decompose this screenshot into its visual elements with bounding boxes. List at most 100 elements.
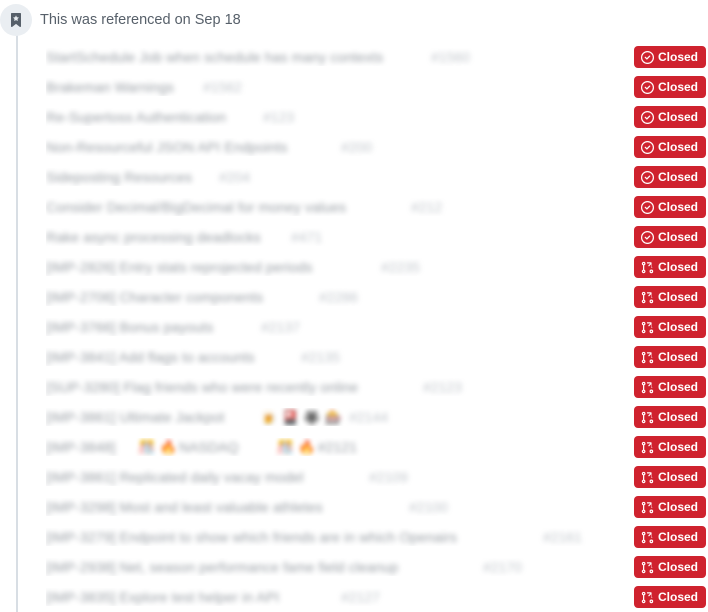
cross-reference-number: #204 [219,169,251,185]
cross-reference-row[interactable]: StartSchedule Job when schedule has many… [46,42,708,72]
cross-reference-row[interactable]: [IMP-3279] Endpoint to show which friend… [46,522,708,552]
cross-reference-row[interactable]: Sideposting Resources #204 Closed [46,162,708,192]
cross-reference-title: Rake async processing deadlocks [46,229,261,245]
pull-request-closed-icon [641,411,654,424]
cross-reference-link[interactable]: [IMP-3848] 🎊 🔥 NASDAQ 🎊 🔥 #2121 [46,438,622,456]
status-badge: Closed [633,226,706,248]
cross-reference-title: NASDAQ [178,439,239,455]
title-emoji: 🎴 [281,409,299,425]
status-badge: Closed [633,496,706,518]
cross-reference-title: [IMP-3861] Replicated daily vacay model [46,469,304,485]
cross-reference-row[interactable]: [IMP-3766] Bonus payouts #2137 Closed [46,312,708,342]
issue-closed-icon [640,80,654,94]
cross-reference-title: [IMP-2938] Net, season performance fame … [46,559,399,575]
title-emoji: 🏵 [302,409,321,425]
title-emoji: 🎊 [276,439,295,455]
status-badge: Closed [633,136,706,158]
cross-reference-title: Re-Supertoss Authentication [46,109,227,125]
status-badge: Closed [633,346,706,368]
cross-reference-link[interactable]: [SUP-3280] Flag friends who were recentl… [46,378,622,396]
pull-request-closed-icon [641,591,654,604]
cross-reference-link[interactable]: [IMP-3298] Most and least valuable athle… [46,498,622,516]
cross-reference-row[interactable]: [IMP-3841] Add flags to accounts #2135 Clo… [46,342,708,372]
cross-reference-row[interactable]: [IMP-3848] 🎊 🔥 NASDAQ 🎊 🔥 #2121 Closed [46,432,708,462]
cross-reference-link[interactable]: [IMP-2826] Entry stats reprojected perio… [46,258,622,276]
cross-reference-row[interactable]: Non-Resourceful JSON API Endpoints #200 Cl… [46,132,708,162]
status-badge-label: Closed [657,110,698,124]
title-emoji: 🎰 [324,409,343,425]
cross-reference-link[interactable]: [IMP-3861] Ultimate Jackpot 🍺 🎴 🏵 🎰 #2144 [46,408,622,426]
cross-reference-row[interactable]: Consider Decimal/BigDecimal for money va… [46,192,708,222]
status-badge: Closed [633,556,706,578]
status-badge: Closed [633,466,706,488]
cross-reference-number: #123 [263,109,295,125]
cross-reference-title: [IMP-3848] [46,439,116,455]
title-emoji: 🔥 [298,439,316,455]
cross-reference-link[interactable]: [IMP-3766] Bonus payouts #2137 [46,318,622,336]
issue-closed-icon [640,200,654,214]
cross-reference-row[interactable]: [IMP-2706] Character components #2286 Clos… [46,282,708,312]
status-badge-label: Closed [657,80,698,94]
status-badge: Closed [633,316,706,338]
status-badge-label: Closed [657,50,698,64]
status-badge-label: Closed [657,230,698,244]
cross-reference-link[interactable]: Non-Resourceful JSON API Endpoints #200 [46,138,622,156]
cross-reference-link[interactable]: Consider Decimal/BigDecimal for money va… [46,198,622,216]
status-badge-label: Closed [657,320,698,334]
cross-reference-row[interactable]: Re-Supertoss Authentication #123 Closed [46,102,708,132]
cross-reference-link[interactable]: Brakeman Warnings #1562 [46,78,622,96]
cross-reference-row[interactable]: Rake async processing deadlocks #471 Close… [46,222,708,252]
status-badge-label: Closed [657,560,698,574]
cross-reference-row[interactable]: [IMP-3298] Most and least valuable athle… [46,492,708,522]
cross-reference-row[interactable]: [IMP-2826] Entry stats reprojected perio… [46,252,708,282]
referenced-event-title: This was referenced on Sep 18 [40,12,241,28]
pull-request-closed-icon [641,441,654,454]
status-badge: Closed [633,196,706,218]
status-badge-label: Closed [657,590,698,604]
cross-reference-number: #1562 [203,79,242,95]
cross-reference-link[interactable]: [IMP-3279] Endpoint to show which friend… [46,528,622,546]
status-badge-label: Closed [657,470,698,484]
cross-reference-row[interactable]: [SUP-3280] Flag friends who were recentl… [46,372,708,402]
cross-reference-link[interactable]: [IMP-3835] Explore test helper in API #21… [46,588,622,606]
pull-request-closed-icon [641,531,654,544]
status-badge-label: Closed [657,380,698,394]
cross-reference-row[interactable]: Brakeman Warnings #1562 Closed [46,72,708,102]
cross-reference-link[interactable]: [IMP-2938] Net, season performance fame … [46,558,622,576]
cross-reference-link[interactable]: [IMP-3841] Add flags to accounts #2135 [46,348,622,366]
cross-reference-link[interactable]: StartSchedule Job when schedule has many… [46,48,622,66]
pull-request-closed-icon [641,261,654,274]
pull-request-closed-icon [641,291,654,304]
issue-closed-icon [640,140,654,154]
status-badge: Closed [633,46,706,68]
cross-reference-title: [IMP-2826] Entry stats reprojected perio… [46,259,313,275]
status-badge: Closed [633,286,706,308]
cross-reference-title: [IMP-3298] Most and least valuable athle… [46,499,323,515]
cross-reference-row[interactable]: [IMP-3861] Replicated daily vacay model #… [46,462,708,492]
status-badge: Closed [633,526,706,548]
cross-reference-number: #2161 [543,529,582,545]
status-badge: Closed [633,436,706,458]
pull-request-closed-icon [641,471,654,484]
cross-reference-number: #200 [341,139,373,155]
cross-reference-number: #2123 [423,379,462,395]
status-badge-label: Closed [657,500,698,514]
cross-reference-link[interactable]: [IMP-2706] Character components #2286 [46,288,622,306]
cross-reference-row[interactable]: [IMP-3861] Ultimate Jackpot 🍺 🎴 🏵 🎰 #2144 Clos… [46,402,708,432]
cross-reference-number: #471 [291,229,323,245]
cross-reference-row[interactable]: [IMP-3835] Explore test helper in API #21… [46,582,708,612]
status-badge-label: Closed [657,440,698,454]
cross-reference-row[interactable]: [IMP-2938] Net, season performance fame … [46,552,708,582]
cross-reference-link[interactable]: Re-Supertoss Authentication #123 [46,108,622,126]
cross-reference-link[interactable]: [IMP-3861] Replicated daily vacay model #… [46,468,622,486]
cross-reference-title: [SUP-3280] Flag friends who were recentl… [46,379,359,395]
issue-closed-icon [640,50,654,64]
cross-reference-number: #2137 [261,319,300,335]
cross-reference-link[interactable]: Sideposting Resources #204 [46,168,622,186]
status-badge: Closed [633,256,706,278]
cross-reference-number: #2109 [369,469,408,485]
cross-reference-link[interactable]: Rake async processing deadlocks #471 [46,228,622,246]
status-badge: Closed [633,166,706,188]
cross-reference-title: Sideposting Resources [46,169,193,185]
status-badge-label: Closed [657,350,698,364]
